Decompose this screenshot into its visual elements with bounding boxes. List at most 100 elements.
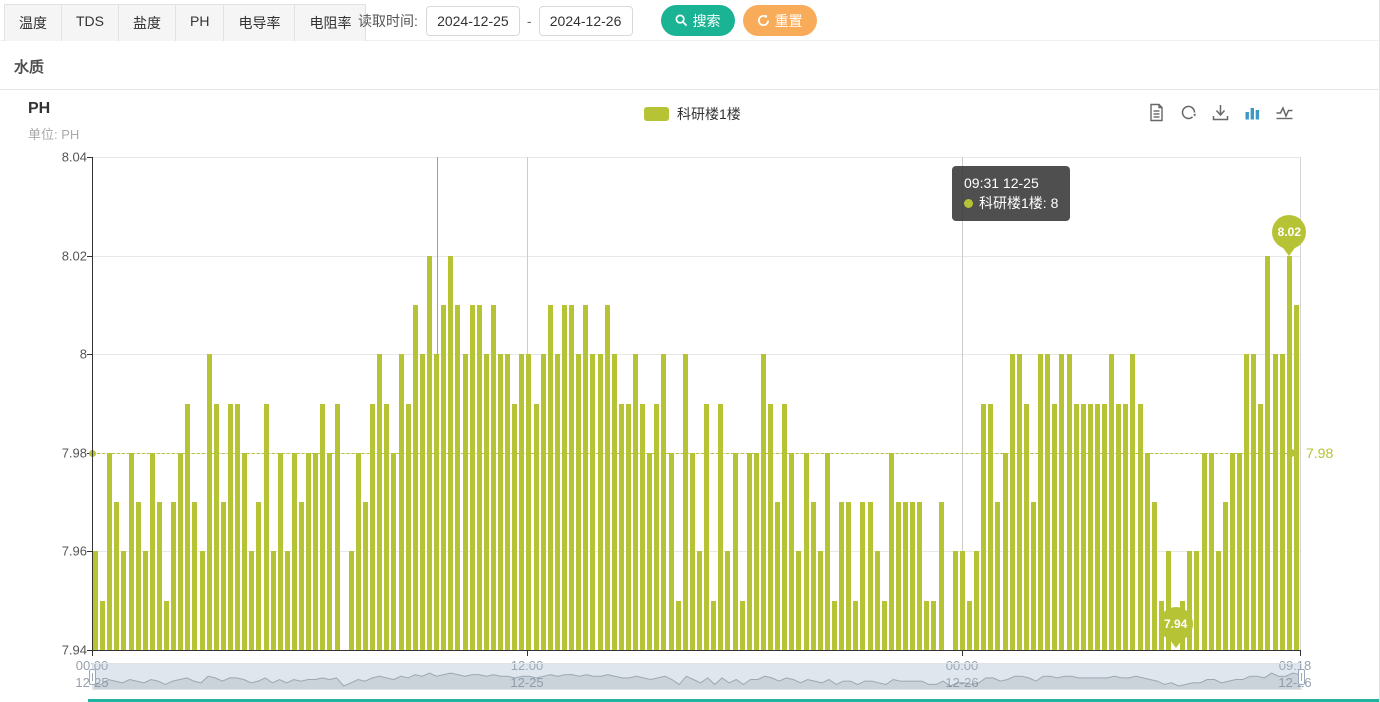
bar[interactable]: [704, 404, 709, 651]
tab-0[interactable]: 温度: [4, 4, 62, 42]
bar[interactable]: [818, 551, 823, 650]
bar[interactable]: [761, 354, 766, 650]
bar[interactable]: [512, 404, 517, 651]
save-image-icon[interactable]: [1211, 103, 1230, 122]
bar[interactable]: [1017, 354, 1022, 650]
bar[interactable]: [1209, 453, 1214, 650]
bar[interactable]: [562, 305, 567, 650]
bar[interactable]: [1145, 453, 1150, 650]
bar[interactable]: [271, 551, 276, 650]
bar[interactable]: [1052, 404, 1057, 651]
bar[interactable]: [505, 354, 510, 650]
data-view-icon[interactable]: [1147, 103, 1166, 122]
bar[interactable]: [747, 453, 752, 650]
bar[interactable]: [939, 502, 944, 650]
bar[interactable]: [832, 601, 837, 650]
date-to-input[interactable]: [539, 6, 633, 36]
bar[interactable]: [207, 354, 212, 650]
bar[interactable]: [1230, 453, 1235, 650]
bar[interactable]: [569, 305, 574, 650]
bar[interactable]: [491, 305, 496, 650]
bar[interactable]: [519, 354, 524, 650]
bar[interactable]: [910, 502, 915, 650]
bar[interactable]: [804, 453, 809, 650]
bar[interactable]: [1059, 354, 1064, 650]
bar[interactable]: [619, 404, 624, 651]
bar[interactable]: [626, 404, 631, 651]
bar[interactable]: [1258, 404, 1263, 651]
bar[interactable]: [640, 404, 645, 651]
bar[interactable]: [768, 404, 773, 651]
bar[interactable]: [1216, 551, 1221, 650]
bar[interactable]: [846, 502, 851, 650]
bar[interactable]: [498, 354, 503, 650]
bar[interactable]: [107, 453, 112, 650]
bar[interactable]: [1152, 502, 1157, 650]
bar[interactable]: [306, 453, 311, 650]
bar[interactable]: [825, 453, 830, 650]
bar[interactable]: [129, 453, 134, 650]
reset-button[interactable]: 重置: [743, 5, 817, 36]
restore-icon[interactable]: [1179, 103, 1198, 122]
bar[interactable]: [931, 601, 936, 650]
bar[interactable]: [676, 601, 681, 650]
bar[interactable]: [1081, 404, 1086, 651]
bar[interactable]: [860, 502, 865, 650]
bar[interactable]: [434, 354, 439, 650]
bar[interactable]: [285, 551, 290, 650]
bar[interactable]: [960, 551, 965, 650]
tab-5[interactable]: 电阻率: [294, 4, 366, 42]
tab-3[interactable]: PH: [175, 4, 224, 42]
bar[interactable]: [995, 502, 1000, 650]
bar[interactable]: [470, 305, 475, 650]
bar-chart-icon[interactable]: [1243, 103, 1262, 122]
bar[interactable]: [363, 502, 368, 650]
bar[interactable]: [164, 601, 169, 650]
bar[interactable]: [526, 354, 531, 650]
bar[interactable]: [299, 502, 304, 650]
bar[interactable]: [327, 453, 332, 650]
bar[interactable]: [1102, 404, 1107, 651]
bar[interactable]: [192, 502, 197, 650]
bar[interactable]: [875, 551, 880, 650]
bar[interactable]: [157, 502, 162, 650]
bar[interactable]: [1109, 354, 1114, 650]
bar[interactable]: [583, 305, 588, 650]
datazoom-left-handle[interactable]: [89, 669, 96, 685]
bar[interactable]: [121, 551, 126, 650]
bar[interactable]: [1202, 453, 1207, 650]
bar[interactable]: [391, 453, 396, 650]
bar[interactable]: [455, 305, 460, 650]
bar[interactable]: [612, 354, 617, 650]
bar[interactable]: [143, 551, 148, 650]
bar[interactable]: [278, 453, 283, 650]
bar[interactable]: [178, 453, 183, 650]
bar[interactable]: [733, 453, 738, 650]
bar[interactable]: [576, 354, 581, 650]
bar[interactable]: [150, 453, 155, 650]
bar[interactable]: [754, 453, 759, 650]
bar[interactable]: [953, 551, 958, 650]
bar[interactable]: [669, 453, 674, 650]
bar[interactable]: [697, 551, 702, 650]
bar[interactable]: [654, 404, 659, 651]
bar[interactable]: [1194, 551, 1199, 650]
bar[interactable]: [924, 601, 929, 650]
bar[interactable]: [839, 502, 844, 650]
bar[interactable]: [896, 502, 901, 650]
bar[interactable]: [534, 404, 539, 651]
bar[interactable]: [683, 354, 688, 650]
bar[interactable]: [967, 601, 972, 650]
bar[interactable]: [782, 404, 787, 651]
bar[interactable]: [882, 601, 887, 650]
bar[interactable]: [377, 354, 382, 650]
bar[interactable]: [1123, 404, 1128, 651]
bar[interactable]: [1074, 404, 1079, 651]
bar[interactable]: [463, 354, 468, 650]
tab-2[interactable]: 盐度: [118, 4, 176, 42]
bar[interactable]: [718, 404, 723, 651]
bar[interactable]: [370, 404, 375, 651]
bar[interactable]: [1138, 404, 1143, 651]
bar[interactable]: [590, 354, 595, 650]
datazoom-right-handle[interactable]: [1298, 669, 1305, 685]
